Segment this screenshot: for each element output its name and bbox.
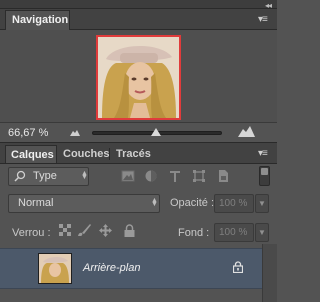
layer-name[interactable]: Arrière-plan [83,262,140,274]
fill-input[interactable]: 100 % [214,223,254,242]
blend-mode-value: Normal [18,197,54,209]
opacity-dropdown-button[interactable]: ▼ [255,194,269,213]
panel-dock-top-bar [0,0,277,9]
tab-paths[interactable]: Tracés [116,145,151,163]
chevron-updown-icon: ▲ ▼ [81,170,88,181]
navigator-panel-menu-icon[interactable]: ▾≡ [258,14,268,25]
fill-dropdown-button[interactable]: ▼ [255,223,269,242]
zoom-percent-field[interactable]: 66,67 % [8,127,48,139]
layer-filter-toggle-knob [261,168,268,175]
adjustment-filter-icon[interactable] [144,169,158,183]
tab-channels[interactable]: Couches [63,145,109,163]
lock-pixels-icon[interactable] [77,224,91,237]
layers-list-empty-area[interactable] [0,289,262,302]
pixel-filter-icon[interactable] [121,169,135,183]
layers-scrollbar[interactable] [262,244,277,302]
lock-all-icon[interactable] [124,224,135,237]
lock-position-icon[interactable] [99,224,112,237]
tab-navigation[interactable]: Navigation [5,10,70,30]
smart-object-filter-icon[interactable] [216,169,230,183]
lock-label: Verrou : [12,227,51,239]
navigator-image-preview[interactable] [96,35,181,120]
opacity-label: Opacité : [170,197,215,209]
chevron-updown-icon: ▲ ▼ [151,197,158,208]
zoom-slider-thumb[interactable] [150,128,161,136]
lock-transparency-icon[interactable] [59,224,71,236]
layer-thumbnail-image [39,254,71,283]
tab-layers[interactable]: Calques [5,145,57,163]
layer-thumbnail [38,253,72,284]
tab-divider [109,148,110,160]
layer-filter-kind-label: Type [33,170,57,182]
portrait-thumbnail [98,37,179,118]
zoom-in-mountain-icon[interactable] [238,126,255,137]
search-icon [14,170,26,182]
opacity-input[interactable]: 100 % [214,194,254,213]
shape-filter-icon[interactable] [192,169,206,183]
type-filter-icon[interactable] [168,169,182,183]
zoom-out-mountain-icon[interactable] [70,129,80,136]
layers-panel-menu-icon[interactable]: ▾≡ [258,148,268,159]
layer-locked-icon [233,261,243,273]
fill-label: Fond : [178,227,210,239]
